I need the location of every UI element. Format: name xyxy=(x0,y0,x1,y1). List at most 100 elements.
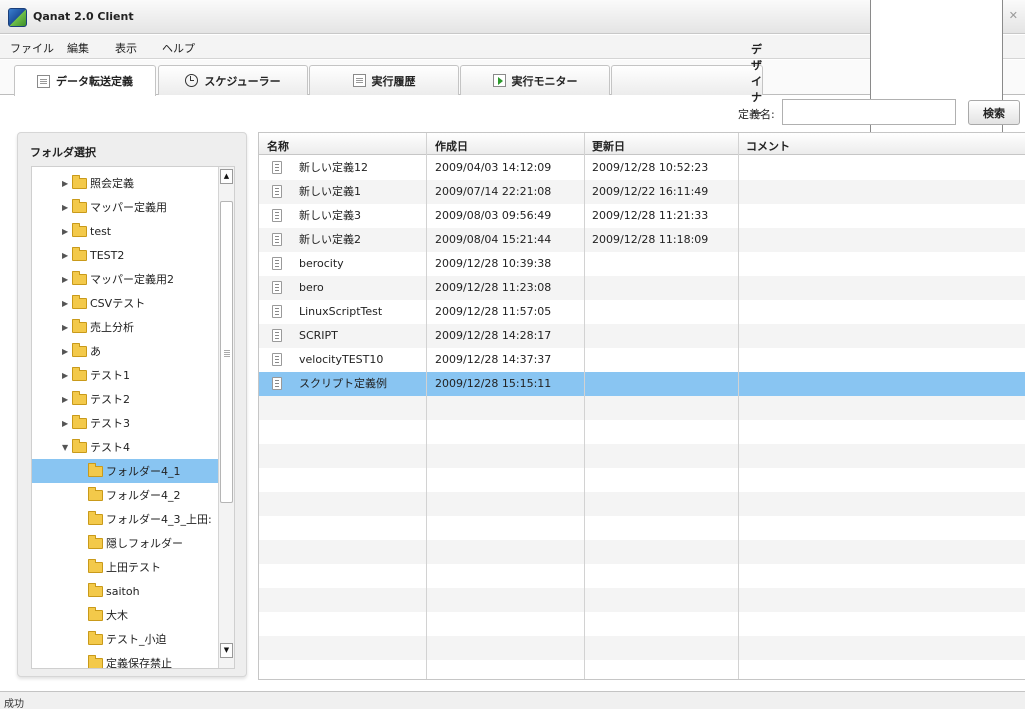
menu-help[interactable]: ヘルプ xyxy=(162,40,195,56)
cell-updated: 2009/12/28 10:52:23 xyxy=(592,161,709,174)
tab-label: データ転送定義 xyxy=(56,75,133,88)
expand-arrow-icon[interactable]: ▶ xyxy=(62,227,72,236)
cell-updated: 2009/12/28 11:18:09 xyxy=(592,233,709,246)
tree-item-label: テスト4 xyxy=(90,441,130,454)
column-divider[interactable] xyxy=(426,133,427,679)
table-row[interactable]: SCRIPT 2009/12/28 14:28:17 xyxy=(259,324,1025,348)
empty-row xyxy=(259,636,1025,660)
tree-item[interactable]: 隠しフォルダー xyxy=(32,531,214,555)
expand-arrow-icon[interactable]: ▶ xyxy=(62,395,72,404)
tree-item[interactable]: ▶ 売上分析 xyxy=(32,315,214,339)
tree-item[interactable]: ▶ マッパー定義用 xyxy=(32,195,214,219)
tree-item[interactable]: 上田テスト xyxy=(32,555,214,579)
scroll-down-icon[interactable]: ▼ xyxy=(220,643,233,658)
expand-arrow-icon[interactable]: ▶ xyxy=(62,299,72,308)
folder-icon xyxy=(72,246,87,261)
tree-item-label: テスト_小迫 xyxy=(106,633,167,646)
expand-arrow-icon[interactable]: ▶ xyxy=(62,371,72,380)
tab-designer[interactable]: デザイナー xyxy=(611,0,1003,487)
empty-row xyxy=(259,588,1025,612)
menu-view[interactable]: 表示 xyxy=(115,40,137,56)
folder-icon xyxy=(88,534,103,549)
tab-label: 実行履歴 xyxy=(371,74,416,88)
expand-arrow-icon[interactable]: ▶ xyxy=(62,419,72,428)
folder-icon xyxy=(72,270,87,285)
expand-arrow-icon[interactable]: ▶ xyxy=(62,347,72,356)
tree-item[interactable]: フォルダー4_3_上田: xyxy=(32,507,214,531)
cell-name: 新しい定義3 xyxy=(299,209,361,222)
cell-created: 2009/04/03 14:12:09 xyxy=(435,161,552,174)
play-icon xyxy=(492,74,506,87)
cell-name: 新しい定義12 xyxy=(299,161,368,174)
tree-scrollbar[interactable]: ▲ ▼ xyxy=(218,167,234,668)
tree-item[interactable]: ▶ 照会定義 xyxy=(32,171,214,195)
tree-item[interactable]: ▼ テスト4 xyxy=(32,435,214,459)
scroll-up-icon[interactable]: ▲ xyxy=(220,169,233,184)
expand-arrow-icon[interactable]: ▶ xyxy=(62,275,72,284)
menu-file[interactable]: ファイル xyxy=(10,40,54,56)
tab-scheduler[interactable]: スケジューラー xyxy=(158,65,308,95)
tree-item[interactable]: ▶ テスト3 xyxy=(32,411,214,435)
tree-item[interactable]: ▶ TEST2 xyxy=(32,243,214,267)
tab-monitor[interactable]: 実行モニター xyxy=(460,65,610,95)
table-row-selected[interactable]: スクリプト定義例 2009/12/28 15:15:11 xyxy=(259,372,1025,396)
column-divider[interactable] xyxy=(738,133,739,679)
folder-icon xyxy=(88,582,103,597)
expand-arrow-icon[interactable]: ▶ xyxy=(62,179,72,188)
tree-item[interactable]: ▶ CSVテスト xyxy=(32,291,214,315)
tree-item[interactable]: ▶ テスト2 xyxy=(32,387,214,411)
cell-name: bero xyxy=(299,281,324,294)
tree-item-selected[interactable]: フォルダー4_1 xyxy=(32,459,218,483)
definition-file-icon xyxy=(272,377,282,390)
tree-item[interactable]: ▶ テスト1 xyxy=(32,363,214,387)
expand-arrow-icon[interactable]: ▶ xyxy=(62,203,72,212)
column-divider[interactable] xyxy=(584,133,585,679)
tree-item-label: TEST2 xyxy=(90,248,125,262)
tree-item[interactable]: ▶ あ xyxy=(32,339,214,363)
table-row[interactable]: 新しい定義3 2009/08/03 09:56:49 2009/12/28 11… xyxy=(259,204,1025,228)
definition-file-icon xyxy=(272,185,282,198)
tree-item-label: 売上分析 xyxy=(90,321,134,334)
table-row[interactable]: LinuxScriptTest 2009/12/28 11:57:05 xyxy=(259,300,1025,324)
collapse-arrow-icon[interactable]: ▼ xyxy=(62,443,72,452)
search-button[interactable]: 検索 xyxy=(968,100,1020,125)
folder-tree[interactable]: ▶ 照会定義 ▶ マッパー定義用 ▶ test ▶ TEST2 ▶ マッパー定義用2 ▶ C… xyxy=(31,166,235,669)
table-row[interactable]: 新しい定義2 2009/08/04 15:21:44 2009/12/28 11… xyxy=(259,228,1025,252)
table-row[interactable]: 新しい定義12 2009/04/03 14:12:09 2009/12/28 1… xyxy=(259,156,1025,180)
tree-item-label: マッパー定義用2 xyxy=(90,273,174,286)
table-row[interactable]: velocityTEST10 2009/12/28 14:37:37 xyxy=(259,348,1025,372)
table-row[interactable]: 新しい定義1 2009/07/14 22:21:08 2009/12/22 16… xyxy=(259,180,1025,204)
tree-item-label: フォルダー4_3_上田: xyxy=(106,513,212,526)
folder-icon xyxy=(88,654,103,668)
table-row[interactable]: berocity 2009/12/28 10:39:38 xyxy=(259,252,1025,276)
definition-name-input[interactable] xyxy=(782,99,956,125)
column-header-created[interactable]: 作成日 xyxy=(435,138,468,154)
expand-arrow-icon[interactable]: ▶ xyxy=(62,251,72,260)
main-tabs: データ転送定義 スケジューラー 実行履歴 実行モニター デザイナー xyxy=(0,0,1025,487)
status-text: 成功 xyxy=(4,699,24,709)
tree-item[interactable]: 定義保存禁止 xyxy=(32,651,214,668)
menu-edit[interactable]: 編集 xyxy=(67,40,89,56)
table-header: 名称 作成日 更新日 コメント xyxy=(259,133,1025,155)
tab-history[interactable]: 実行履歴 xyxy=(309,65,459,95)
column-header-comment[interactable]: コメント xyxy=(746,138,790,154)
cell-created: 2009/08/04 15:21:44 xyxy=(435,233,552,246)
grip-icon xyxy=(224,350,230,351)
cell-created: 2009/07/14 22:21:08 xyxy=(435,185,552,198)
column-header-name[interactable]: 名称 xyxy=(267,138,289,154)
tree-item[interactable]: ▶ マッパー定義用2 xyxy=(32,267,214,291)
tab-data-transfer[interactable]: データ転送定義 xyxy=(14,65,156,96)
tree-item[interactable]: テスト_小迫 xyxy=(32,627,214,651)
tree-item[interactable]: フォルダー4_2 xyxy=(32,483,214,507)
tree-item[interactable]: ▶ test xyxy=(32,219,214,243)
column-header-updated[interactable]: 更新日 xyxy=(592,138,625,154)
expand-arrow-icon[interactable]: ▶ xyxy=(62,323,72,332)
tree-item[interactable]: saitoh xyxy=(32,579,214,603)
cell-created: 2009/08/03 09:56:49 xyxy=(435,209,552,222)
table-row[interactable]: bero 2009/12/28 11:23:08 xyxy=(259,276,1025,300)
cell-name: 新しい定義1 xyxy=(299,185,361,198)
scrollbar-thumb[interactable] xyxy=(220,201,233,503)
tree-item[interactable]: 大木 xyxy=(32,603,214,627)
folder-panel: フォルダ選択 ▶ 照会定義 ▶ マッパー定義用 ▶ test ▶ TEST2 ▶ マッパー… xyxy=(17,132,247,677)
tree-item-label: フォルダー4_2 xyxy=(106,489,181,502)
